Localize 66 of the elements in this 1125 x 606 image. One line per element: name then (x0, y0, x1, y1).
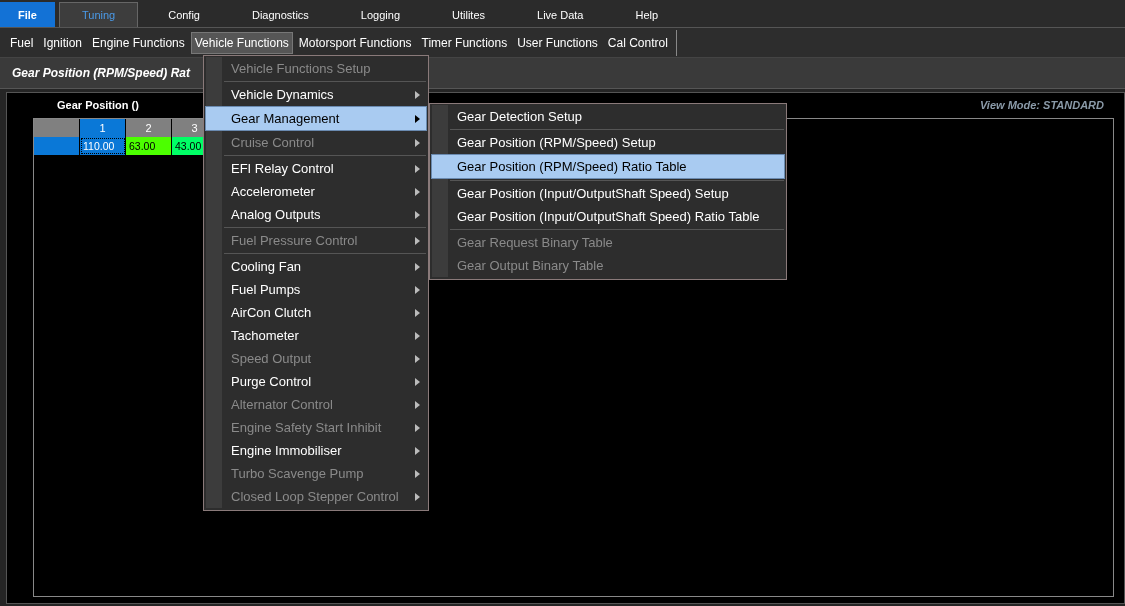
menu-item[interactable]: Vehicle Dynamics (206, 83, 426, 106)
menu-item-label: Gear Output Binary Table (457, 258, 604, 273)
menu-bar-item[interactable]: User Functions (513, 31, 602, 54)
menu-item[interactable]: Tachometer (206, 324, 426, 347)
menu-bar-item[interactable]: Timer Functions (417, 31, 512, 54)
ribbon-tab[interactable]: Diagnostics (230, 2, 331, 27)
table-cell[interactable]: 110.00 (80, 137, 126, 155)
menu-item-label: Vehicle Dynamics (231, 87, 334, 102)
column-header[interactable]: 1 (80, 119, 126, 137)
menu-item-label: Gear Position (Input/OutputShaft Speed) Setup (457, 186, 729, 201)
ribbon-tab[interactable]: Config (146, 2, 222, 27)
menu-item[interactable]: Gear Position (Input/OutputShaft Speed) Setup (432, 182, 784, 205)
menu-item[interactable]: EFI Relay Control (206, 157, 426, 180)
menu-item-label: Gear Position (Input/OutputShaft Speed) Ratio Table (457, 209, 760, 224)
menu-bar-item[interactable]: Vehicle Functions (190, 31, 293, 54)
menu-item-label: Gear Position (RPM/Speed) Setup (457, 135, 656, 150)
menu-item-label: Vehicle Functions Setup (231, 61, 371, 76)
menu-item-label: Gear Request Binary Table (457, 235, 613, 250)
view-mode-label: View Mode: STANDARD (979, 99, 1104, 111)
menu-item[interactable]: AirCon Clutch (206, 301, 426, 324)
menu-item[interactable]: Analog Outputs (206, 203, 426, 226)
menu-item-label: Accelerometer (231, 184, 315, 199)
menu-item-label: Tachometer (231, 328, 299, 343)
menu-bar-item[interactable]: Ignition (39, 31, 87, 54)
menu-bar-item[interactable]: Fuel (6, 31, 38, 54)
menu-item-label: Engine Safety Start Inhibit (231, 420, 382, 435)
ribbon-tab[interactable]: Utilites (430, 2, 507, 27)
ribbon-tab[interactable]: Help (613, 2, 681, 27)
menu-item-label: Purge Control (231, 374, 312, 389)
menu-item[interactable]: Gear Position (Input/OutputShaft Speed) Ratio Table (432, 205, 784, 228)
menu-item-label: EFI Relay Control (231, 161, 334, 176)
column-header[interactable]: 2 (126, 119, 172, 137)
menu-item[interactable]: Gear Detection Setup (432, 105, 784, 128)
ribbon-tab[interactable]: Live Data (515, 2, 606, 27)
menu-item-label: Gear Detection Setup (457, 109, 583, 124)
row-header[interactable] (34, 137, 80, 155)
menu-item-label: Turbo Scavenge Pump (231, 466, 364, 481)
menu-item-label: Gear Management (231, 111, 340, 126)
panel-title: Gear Position (RPM/Speed) Rat (12, 66, 191, 80)
menu-item[interactable]: Engine Immobiliser (206, 439, 426, 462)
menu-item[interactable]: Accelerometer (206, 180, 426, 203)
menu-item[interactable]: Fuel Pumps (206, 278, 426, 301)
menu-item-label: Closed Loop Stepper Control (231, 489, 399, 504)
menu-item-label: Fuel Pressure Control (231, 233, 358, 248)
table-title: Gear Position () (57, 99, 139, 111)
menu-item-label: Engine Immobiliser (231, 443, 342, 458)
menu-item-label: Gear Position (RPM/Speed) Ratio Table (457, 159, 687, 174)
ribbon-tab[interactable]: Tuning (58, 2, 139, 27)
menu-item-label: AirCon Clutch (231, 305, 312, 320)
menu-bar-item[interactable]: Cal Control (603, 31, 672, 54)
menu-item-label: Speed Output (231, 351, 312, 366)
ribbon-tab[interactable]: Logging (338, 2, 422, 27)
menu-item[interactable]: Cooling Fan (206, 255, 426, 278)
menu-item[interactable]: Gear Management (205, 106, 427, 131)
table-cell[interactable]: 63.00 (126, 137, 172, 155)
menu-item-label: Cruise Control (231, 135, 315, 150)
menu-item[interactable]: Gear Position (RPM/Speed) Setup (432, 131, 784, 154)
menu-item[interactable]: Gear Position (RPM/Speed) Ratio Table (431, 154, 785, 179)
menu-item-label: Alternator Control (231, 397, 333, 412)
file-button[interactable]: File (0, 2, 55, 27)
menu-item-label: Cooling Fan (231, 259, 302, 274)
menu-bar-item[interactable]: Motorsport Functions (294, 31, 416, 54)
menu-item-label: Analog Outputs (231, 207, 321, 222)
menu-item[interactable]: Purge Control (206, 370, 426, 393)
menu-bar-item[interactable]: Engine Functions (88, 31, 189, 54)
menu-item-label: Fuel Pumps (231, 282, 301, 297)
